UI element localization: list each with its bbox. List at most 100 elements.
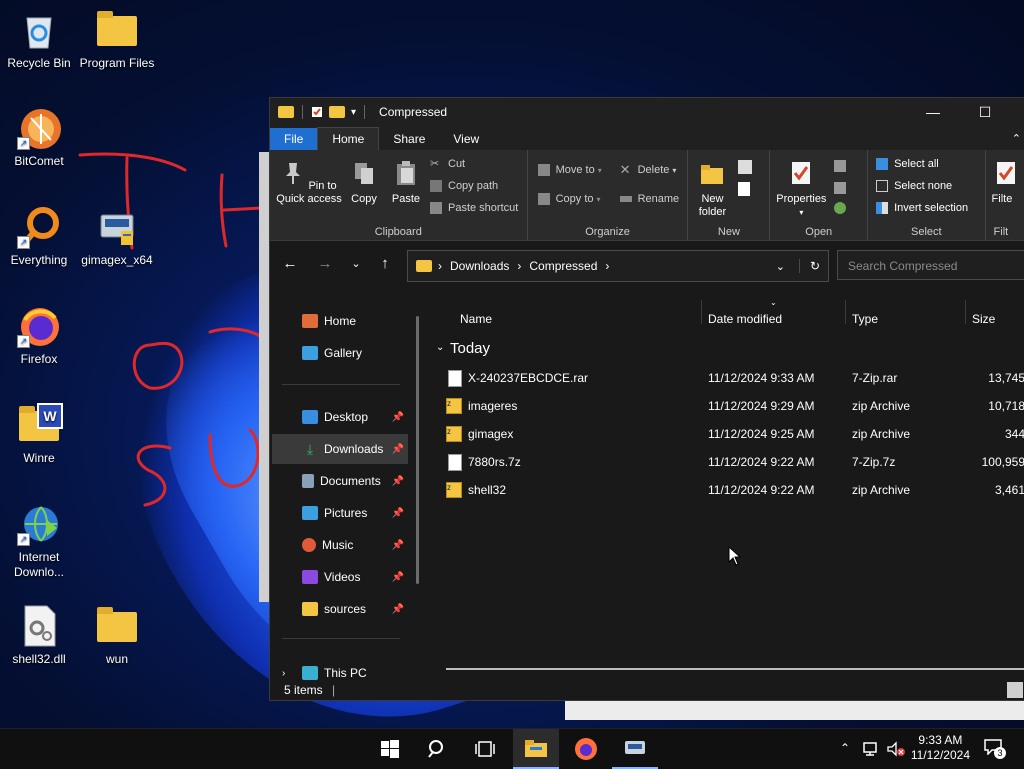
taskbar-firefox[interactable]	[563, 729, 609, 769]
pin-icon[interactable]: 📌	[392, 476, 404, 487]
nav-item-music[interactable]: Music 📌	[272, 530, 408, 560]
properties-quick-icon[interactable]	[311, 106, 323, 118]
nav-item-pictures[interactable]: Pictures 📌	[272, 498, 408, 528]
nav-item-sources[interactable]: sources 📌	[272, 594, 408, 624]
rename-button[interactable]: Rename	[619, 193, 679, 205]
desktop-icon-recycle-bin[interactable]: Recycle Bin	[1, 8, 77, 71]
file-row[interactable]: z imageres 11/12/2024 9:29 AM zip Archiv…	[428, 392, 1024, 420]
nav-item-desktop[interactable]: Desktop 📌	[272, 402, 408, 432]
expand-chevron-icon[interactable]: ›	[282, 668, 285, 679]
minimize-button[interactable]: —	[910, 98, 956, 126]
edit-icon[interactable]	[834, 182, 847, 194]
file-row[interactable]: 7880rs.7z 11/12/2024 9:22 AM 7-Zip.7z 10…	[428, 448, 1024, 476]
desktop-icon-everything[interactable]: ↗ Everything	[1, 205, 77, 268]
file-row[interactable]: X-240237EBCDCE.rar 11/12/2024 9:33 AM 7-…	[428, 364, 1024, 392]
desktop-icon-bitcomet[interactable]: ↗ BitComet	[1, 106, 77, 169]
pin-icon[interactable]: 📌	[392, 604, 404, 615]
forward-arrow-icon[interactable]: →	[315, 255, 335, 273]
paste-button[interactable]: Paste	[386, 160, 426, 206]
column-divider[interactable]	[845, 300, 846, 324]
show-hidden-icons-chevron-icon[interactable]: ⌃	[840, 741, 850, 755]
file-type: zip Archive	[852, 427, 911, 441]
column-divider[interactable]	[965, 300, 966, 324]
recent-locations-chevron-icon[interactable]: ⌄	[346, 255, 366, 273]
up-arrow-icon[interactable]: ↑	[375, 255, 395, 273]
nav-item-videos[interactable]: Videos 📌	[272, 562, 408, 592]
new-folder-button[interactable]: New folder	[692, 160, 732, 219]
network-icon[interactable]	[862, 741, 880, 757]
column-header-type[interactable]: Type	[852, 312, 878, 326]
new-folder-quick-icon[interactable]	[329, 106, 345, 118]
nav-item-downloads[interactable]: ⤓ Downloads 📌	[272, 434, 408, 464]
copy-button[interactable]: Copy	[346, 160, 382, 206]
column-divider[interactable]	[701, 300, 702, 324]
breadcrumb-compressed[interactable]: Compressed	[529, 259, 597, 273]
invert-selection-button[interactable]: Invert selection	[876, 202, 968, 214]
taskbar-gimagex[interactable]	[612, 729, 658, 769]
desktop-icon-firefox[interactable]: ↗ Firefox	[1, 304, 77, 367]
task-view-button[interactable]	[462, 729, 508, 769]
ribbon-collapse-icon[interactable]: ⌃	[1012, 128, 1021, 150]
title-bar[interactable]: ▾ Compressed — ☐ ✕	[270, 98, 1024, 126]
copy-path-button[interactable]: Copy path	[430, 180, 498, 192]
pin-icon[interactable]: 📌	[392, 572, 404, 583]
group-collapse-chevron-icon[interactable]: ⌄	[436, 342, 444, 353]
system-clock[interactable]: 9:33 AM 11/12/2024	[911, 733, 970, 763]
back-arrow-icon[interactable]: ←	[280, 255, 300, 273]
pin-icon[interactable]: 📌	[392, 444, 404, 455]
select-none-button[interactable]: Select none	[876, 180, 952, 192]
maximize-button[interactable]: ☐	[962, 98, 1008, 126]
column-header-name[interactable]: Name	[460, 312, 492, 326]
column-header-size[interactable]: Size	[972, 312, 995, 326]
nav-item-gallery[interactable]: Gallery	[272, 338, 408, 368]
close-button[interactable]: ✕	[1010, 98, 1024, 126]
navigation-pane-scrollbar[interactable]	[416, 316, 419, 584]
pin-icon[interactable]: 📌	[392, 508, 404, 519]
nav-item-documents[interactable]: Documents 📌	[272, 466, 408, 496]
paste-shortcut-button[interactable]: Paste shortcut	[430, 202, 518, 214]
notification-center-button[interactable]: 3	[984, 739, 1006, 759]
breadcrumb-downloads[interactable]: Downloads	[450, 259, 509, 273]
pin-icon[interactable]: 📌	[392, 540, 404, 551]
select-all-button[interactable]: Select all	[876, 158, 939, 170]
easy-access-icon[interactable]	[738, 182, 751, 196]
tab-file[interactable]: File	[270, 128, 318, 150]
tab-view[interactable]: View	[439, 128, 493, 150]
desktop-icon-gimagex[interactable]: gimagex_x64	[79, 205, 155, 268]
file-row[interactable]: z shell32 11/12/2024 9:22 AM zip Archive…	[428, 476, 1024, 504]
open-icon[interactable]	[834, 160, 847, 172]
start-button[interactable]	[367, 729, 413, 769]
horizontal-scrollbar[interactable]	[446, 668, 1024, 670]
desktop-icon-winre[interactable]: W Winre	[1, 403, 77, 466]
address-bar[interactable]: › Downloads › Compressed › ⌄ ↻	[407, 250, 829, 282]
search-button[interactable]	[414, 729, 460, 769]
desktop-icon-shell32-dll[interactable]: shell32.dll	[1, 604, 77, 667]
move-to-button[interactable]: Move to ▾	[537, 164, 602, 176]
ribbon-group-filter: Filte Filt	[986, 150, 1024, 240]
details-view-icon[interactable]	[1007, 682, 1023, 698]
pin-to-quick-access-button[interactable]: Pin to Quick access	[274, 160, 344, 206]
address-history-chevron-icon[interactable]: ⌄	[776, 260, 785, 273]
delete-button[interactable]: ✕ Delete ▾	[620, 163, 677, 176]
desktop-icon-wun[interactable]: wun	[79, 604, 155, 667]
filter-button[interactable]: Filte	[992, 160, 1024, 206]
tab-home[interactable]: Home	[317, 127, 380, 150]
file-row[interactable]: z gimagex 11/12/2024 9:25 AM zip Archive…	[428, 420, 1024, 448]
taskbar-file-explorer[interactable]	[513, 729, 559, 769]
desktop-icon-internet-download-manager[interactable]: ↗ Internet Downlo...	[1, 502, 77, 580]
properties-button[interactable]: Properties ▾	[772, 160, 830, 219]
refresh-icon[interactable]: ↻	[798, 259, 820, 273]
column-header-date-modified[interactable]: Date modified	[708, 312, 782, 326]
desktop-icon-program-files[interactable]: Program Files	[79, 8, 155, 71]
search-input[interactable]: Search Compressed	[837, 250, 1024, 280]
new-item-icon[interactable]	[738, 160, 753, 174]
volume-muted-icon[interactable]	[886, 741, 906, 757]
history-icon[interactable]	[834, 202, 847, 214]
cut-button[interactable]: ✂ Cut	[430, 158, 465, 170]
pin-icon[interactable]: 📌	[392, 412, 404, 423]
quick-access-dropdown-icon[interactable]: ▾	[351, 107, 356, 118]
group-header-today[interactable]: Today	[450, 340, 490, 357]
tab-share[interactable]: Share	[379, 128, 439, 150]
copy-to-button[interactable]: Copy to ▾	[537, 193, 601, 205]
nav-item-home[interactable]: Home	[272, 306, 408, 336]
